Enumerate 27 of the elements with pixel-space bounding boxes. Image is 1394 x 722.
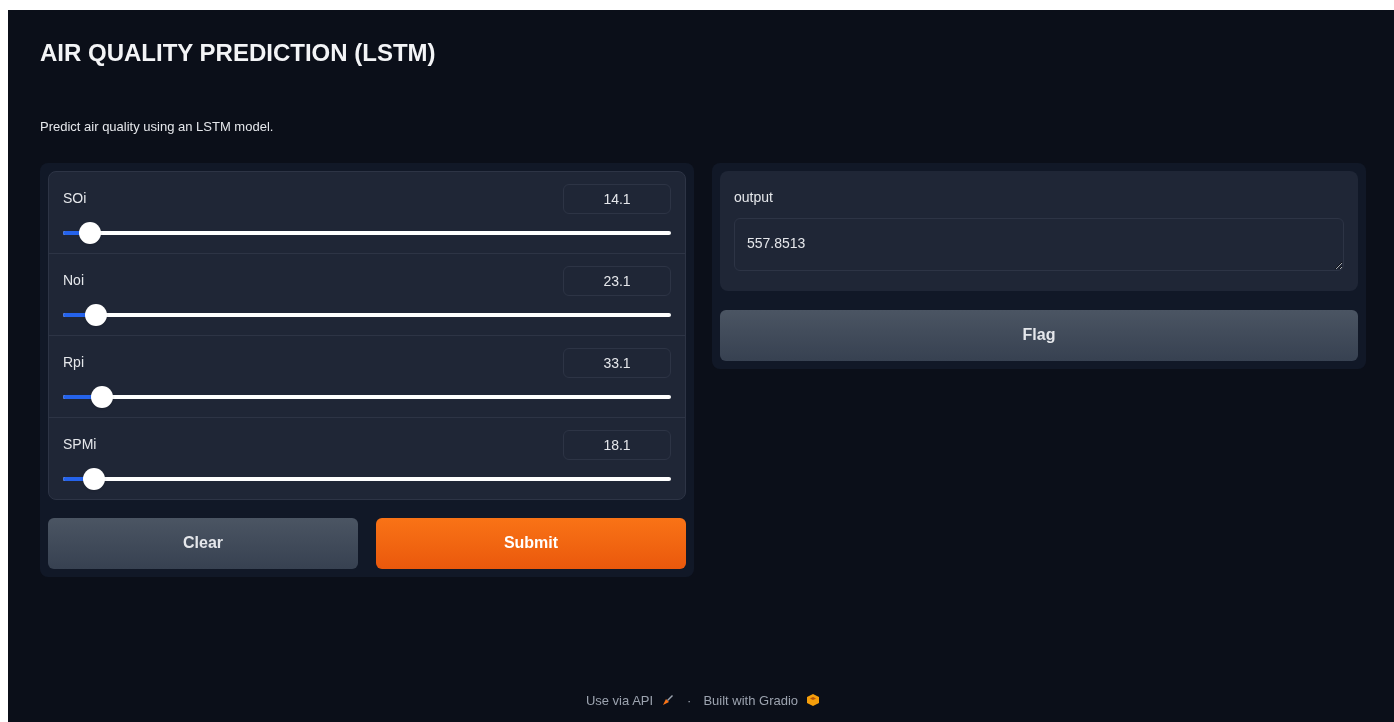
slider-label: SOi [63, 188, 87, 208]
slider-thumb[interactable] [79, 221, 102, 244]
slider-thumb[interactable] [85, 303, 108, 326]
logo-icon [806, 693, 821, 708]
page-title: AIR QUALITY PREDICTION (LSTM) [40, 38, 437, 68]
number-field[interactable]: 18.1 [563, 429, 671, 460]
number-field[interactable]: 14.1 [563, 183, 671, 214]
description: Predict air quality using an LSTM model. [40, 118, 275, 136]
rocket-icon [661, 693, 676, 708]
gradio-link[interactable]: Built with Gradio [703, 690, 799, 710]
slider-track[interactable] [63, 222, 671, 243]
slider-track[interactable] [63, 304, 671, 325]
number-field[interactable]: 33.1 [563, 347, 671, 378]
flag-button[interactable]: Flag [720, 309, 1358, 361]
slider-label: SPMi [63, 434, 97, 454]
api-link[interactable]: Use via API [585, 690, 654, 710]
slider-thumb[interactable] [82, 467, 105, 490]
output-field[interactable]: 557.8513 [734, 217, 1344, 271]
slider-track[interactable] [63, 386, 671, 407]
output-label: output [734, 187, 774, 207]
clear-button[interactable]: Clear [48, 517, 358, 569]
slider-track[interactable] [63, 468, 671, 489]
footer-separator: · [687, 691, 692, 710]
number-field[interactable]: 23.1 [563, 265, 671, 296]
slider-label: Rpi [63, 352, 84, 372]
slider-thumb[interactable] [91, 385, 114, 408]
slider-label: Noi [63, 270, 84, 290]
